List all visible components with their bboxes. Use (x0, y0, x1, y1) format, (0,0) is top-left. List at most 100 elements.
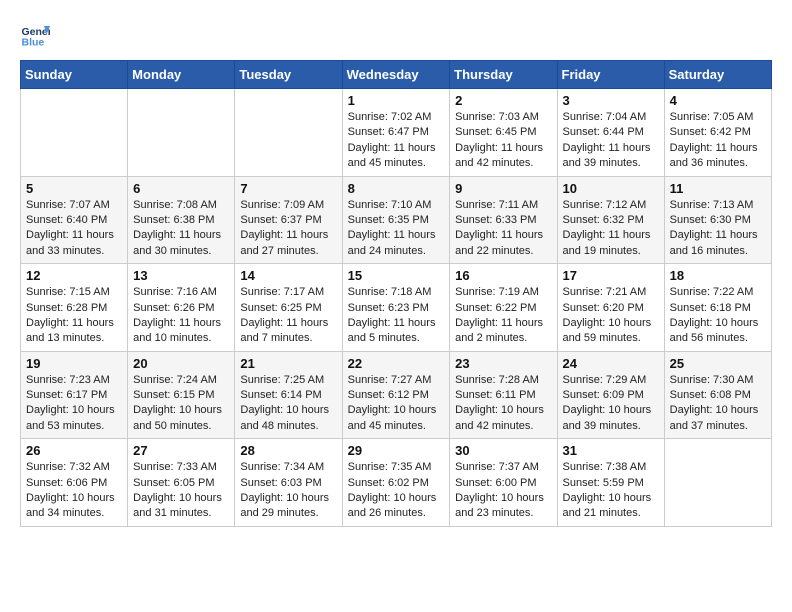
day-header-saturday: Saturday (664, 61, 771, 89)
day-info: Sunrise: 7:03 AM Sunset: 6:45 PM Dayligh… (455, 110, 551, 172)
calendar-cell: 26 Sunrise: 7:32 AM Sunset: 6:06 PM Dayli… (21, 439, 128, 527)
day-info: Sunrise: 7:37 AM Sunset: 6:00 PM Dayligh… (455, 460, 551, 522)
calendar-cell (664, 439, 771, 527)
day-number: 3 (563, 93, 659, 108)
day-header-thursday: Thursday (450, 61, 557, 89)
day-header-friday: Friday (557, 61, 664, 89)
day-number: 25 (670, 356, 766, 371)
calendar-cell: 5 Sunrise: 7:07 AM Sunset: 6:40 PM Daylig… (21, 176, 128, 264)
day-info: Sunrise: 7:11 AM Sunset: 6:33 PM Dayligh… (455, 198, 551, 260)
day-number: 27 (133, 443, 229, 458)
day-info: Sunrise: 7:08 AM Sunset: 6:38 PM Dayligh… (133, 198, 229, 260)
calendar-cell: 9 Sunrise: 7:11 AM Sunset: 6:33 PM Daylig… (450, 176, 557, 264)
calendar-cell: 21 Sunrise: 7:25 AM Sunset: 6:14 PM Dayli… (235, 351, 342, 439)
day-info: Sunrise: 7:17 AM Sunset: 6:25 PM Dayligh… (240, 285, 336, 347)
calendar-cell: 23Sunrise: 7:28 AM Sunset: 6:11 PM Dayli… (450, 351, 557, 439)
calendar-week-row: 26 Sunrise: 7:32 AM Sunset: 6:06 PM Dayli… (21, 439, 772, 527)
calendar-cell: 15Sunrise: 7:18 AM Sunset: 6:23 PM Dayli… (342, 264, 450, 352)
day-number: 17 (563, 268, 659, 283)
day-header-monday: Monday (128, 61, 235, 89)
day-number: 6 (133, 181, 229, 196)
day-number: 1 (348, 93, 445, 108)
day-number: 29 (348, 443, 445, 458)
calendar-cell: 7Sunrise: 7:09 AM Sunset: 6:37 PM Daylig… (235, 176, 342, 264)
calendar-table: SundayMondayTuesdayWednesdayThursdayFrid… (20, 60, 772, 527)
svg-text:Blue: Blue (22, 37, 45, 49)
day-number: 31 (563, 443, 659, 458)
day-info: Sunrise: 7:19 AM Sunset: 6:22 PM Dayligh… (455, 285, 551, 347)
calendar-cell: 29 Sunrise: 7:35 AM Sunset: 6:02 PM Dayli… (342, 439, 450, 527)
calendar-cell (128, 89, 235, 177)
day-info: Sunrise: 7:23 AM Sunset: 6:17 PM Dayligh… (26, 373, 122, 435)
day-info: Sunrise: 7:02 AM Sunset: 6:47 PM Dayligh… (348, 110, 445, 172)
calendar-cell: 22Sunrise: 7:27 AM Sunset: 6:12 PM Dayli… (342, 351, 450, 439)
calendar-week-row: 19 Sunrise: 7:23 AM Sunset: 6:17 PM Dayli… (21, 351, 772, 439)
day-number: 14 (240, 268, 336, 283)
day-number: 10 (563, 181, 659, 196)
day-info: Sunrise: 7:04 AM Sunset: 6:44 PM Dayligh… (563, 110, 659, 172)
calendar-cell: 25 Sunrise: 7:30 AM Sunset: 6:08 PM Dayli… (664, 351, 771, 439)
calendar-cell: 18Sunrise: 7:22 AM Sunset: 6:18 PM Dayli… (664, 264, 771, 352)
day-number: 22 (348, 356, 445, 371)
day-info: Sunrise: 7:07 AM Sunset: 6:40 PM Dayligh… (26, 198, 122, 260)
calendar-cell: 1 Sunrise: 7:02 AM Sunset: 6:47 PM Daylig… (342, 89, 450, 177)
calendar-cell: 4Sunrise: 7:05 AM Sunset: 6:42 PM Daylig… (664, 89, 771, 177)
day-info: Sunrise: 7:16 AM Sunset: 6:26 PM Dayligh… (133, 285, 229, 347)
calendar-cell: 31Sunrise: 7:38 AM Sunset: 5:59 PM Dayli… (557, 439, 664, 527)
day-info: Sunrise: 7:12 AM Sunset: 6:32 PM Dayligh… (563, 198, 659, 260)
calendar-cell: 11 Sunrise: 7:13 AM Sunset: 6:30 PM Dayli… (664, 176, 771, 264)
day-number: 11 (670, 181, 766, 196)
day-info: Sunrise: 7:34 AM Sunset: 6:03 PM Dayligh… (240, 460, 336, 522)
day-header-tuesday: Tuesday (235, 61, 342, 89)
calendar-cell: 17 Sunrise: 7:21 AM Sunset: 6:20 PM Dayli… (557, 264, 664, 352)
calendar-cell: 3 Sunrise: 7:04 AM Sunset: 6:44 PM Daylig… (557, 89, 664, 177)
day-info: Sunrise: 7:10 AM Sunset: 6:35 PM Dayligh… (348, 198, 445, 260)
calendar-cell: 6 Sunrise: 7:08 AM Sunset: 6:38 PM Daylig… (128, 176, 235, 264)
day-number: 8 (348, 181, 445, 196)
calendar-cell (235, 89, 342, 177)
calendar-cell (21, 89, 128, 177)
day-number: 18 (670, 268, 766, 283)
page-header: General Blue (20, 20, 772, 50)
day-info: Sunrise: 7:13 AM Sunset: 6:30 PM Dayligh… (670, 198, 766, 260)
calendar-cell: 2 Sunrise: 7:03 AM Sunset: 6:45 PM Daylig… (450, 89, 557, 177)
calendar-cell: 28Sunrise: 7:34 AM Sunset: 6:03 PM Dayli… (235, 439, 342, 527)
day-number: 16 (455, 268, 551, 283)
day-info: Sunrise: 7:32 AM Sunset: 6:06 PM Dayligh… (26, 460, 122, 522)
day-number: 20 (133, 356, 229, 371)
calendar-week-row: 5 Sunrise: 7:07 AM Sunset: 6:40 PM Daylig… (21, 176, 772, 264)
calendar-week-row: 1 Sunrise: 7:02 AM Sunset: 6:47 PM Daylig… (21, 89, 772, 177)
day-info: Sunrise: 7:35 AM Sunset: 6:02 PM Dayligh… (348, 460, 445, 522)
calendar-cell: 13 Sunrise: 7:16 AM Sunset: 6:26 PM Dayli… (128, 264, 235, 352)
day-info: Sunrise: 7:21 AM Sunset: 6:20 PM Dayligh… (563, 285, 659, 347)
day-number: 26 (26, 443, 122, 458)
day-info: Sunrise: 7:25 AM Sunset: 6:14 PM Dayligh… (240, 373, 336, 435)
calendar-cell: 16 Sunrise: 7:19 AM Sunset: 6:22 PM Dayli… (450, 264, 557, 352)
day-number: 30 (455, 443, 551, 458)
day-number: 9 (455, 181, 551, 196)
day-info: Sunrise: 7:05 AM Sunset: 6:42 PM Dayligh… (670, 110, 766, 172)
day-number: 2 (455, 93, 551, 108)
day-number: 21 (240, 356, 336, 371)
day-number: 19 (26, 356, 122, 371)
day-number: 7 (240, 181, 336, 196)
day-number: 5 (26, 181, 122, 196)
day-header-wednesday: Wednesday (342, 61, 450, 89)
logo: General Blue (20, 20, 50, 50)
day-header-sunday: Sunday (21, 61, 128, 89)
day-number: 23 (455, 356, 551, 371)
calendar-cell: 14 Sunrise: 7:17 AM Sunset: 6:25 PM Dayli… (235, 264, 342, 352)
day-info: Sunrise: 7:18 AM Sunset: 6:23 PM Dayligh… (348, 285, 445, 347)
calendar-cell: 24Sunrise: 7:29 AM Sunset: 6:09 PM Dayli… (557, 351, 664, 439)
day-number: 12 (26, 268, 122, 283)
calendar-week-row: 12 Sunrise: 7:15 AM Sunset: 6:28 PM Dayli… (21, 264, 772, 352)
day-info: Sunrise: 7:33 AM Sunset: 6:05 PM Dayligh… (133, 460, 229, 522)
day-info: Sunrise: 7:30 AM Sunset: 6:08 PM Dayligh… (670, 373, 766, 435)
day-number: 13 (133, 268, 229, 283)
calendar-cell: 30 Sunrise: 7:37 AM Sunset: 6:00 PM Dayli… (450, 439, 557, 527)
day-info: Sunrise: 7:24 AM Sunset: 6:15 PM Dayligh… (133, 373, 229, 435)
logo-icon: General Blue (20, 20, 50, 50)
day-info: Sunrise: 7:29 AM Sunset: 6:09 PM Dayligh… (563, 373, 659, 435)
day-info: Sunrise: 7:15 AM Sunset: 6:28 PM Dayligh… (26, 285, 122, 347)
calendar-cell: 20 Sunrise: 7:24 AM Sunset: 6:15 PM Dayli… (128, 351, 235, 439)
